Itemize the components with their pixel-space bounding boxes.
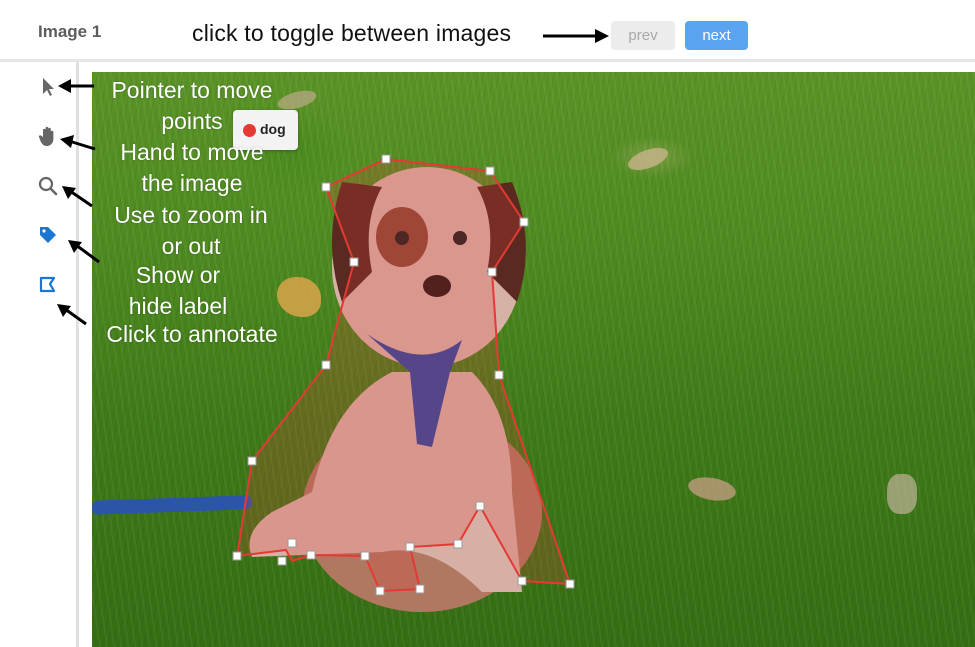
arrow-left-icon bbox=[57, 304, 87, 326]
toggle-hint-annotation: click to toggle between images bbox=[192, 20, 512, 46]
zoom-tool-button[interactable] bbox=[36, 174, 60, 198]
top-bar: Image 1 click to toggle between images p… bbox=[0, 0, 975, 62]
prev-button[interactable]: prev bbox=[611, 21, 675, 50]
pointer-annotation: Pointer to move points bbox=[111, 77, 273, 134]
arrow-left-icon bbox=[58, 79, 94, 93]
hand-tool-button[interactable] bbox=[36, 124, 60, 148]
hand-icon bbox=[38, 126, 54, 146]
zoom-annotation: Use to zoom in or out bbox=[114, 202, 268, 259]
hand-annotation: Hand to move the image bbox=[120, 139, 264, 196]
annotate-annotation: Click to annotate bbox=[106, 321, 278, 347]
polygon-icon bbox=[39, 276, 56, 293]
label-toggle-button[interactable] bbox=[36, 223, 60, 247]
cursor-icon bbox=[43, 78, 54, 96]
arrow-left-icon bbox=[62, 186, 93, 208]
arrow-right-icon bbox=[543, 29, 609, 43]
image-title: Image 1 bbox=[38, 22, 102, 41]
tag-icon bbox=[40, 227, 56, 243]
magnifier-icon bbox=[38, 176, 58, 196]
next-button[interactable]: next bbox=[685, 21, 748, 50]
arrow-left-icon bbox=[60, 135, 96, 151]
label-annotation: Show or hide label bbox=[128, 262, 228, 319]
annotate-tool-button[interactable] bbox=[36, 273, 60, 297]
pointer-tool-button[interactable] bbox=[36, 75, 60, 99]
arrow-left-icon bbox=[68, 240, 100, 264]
